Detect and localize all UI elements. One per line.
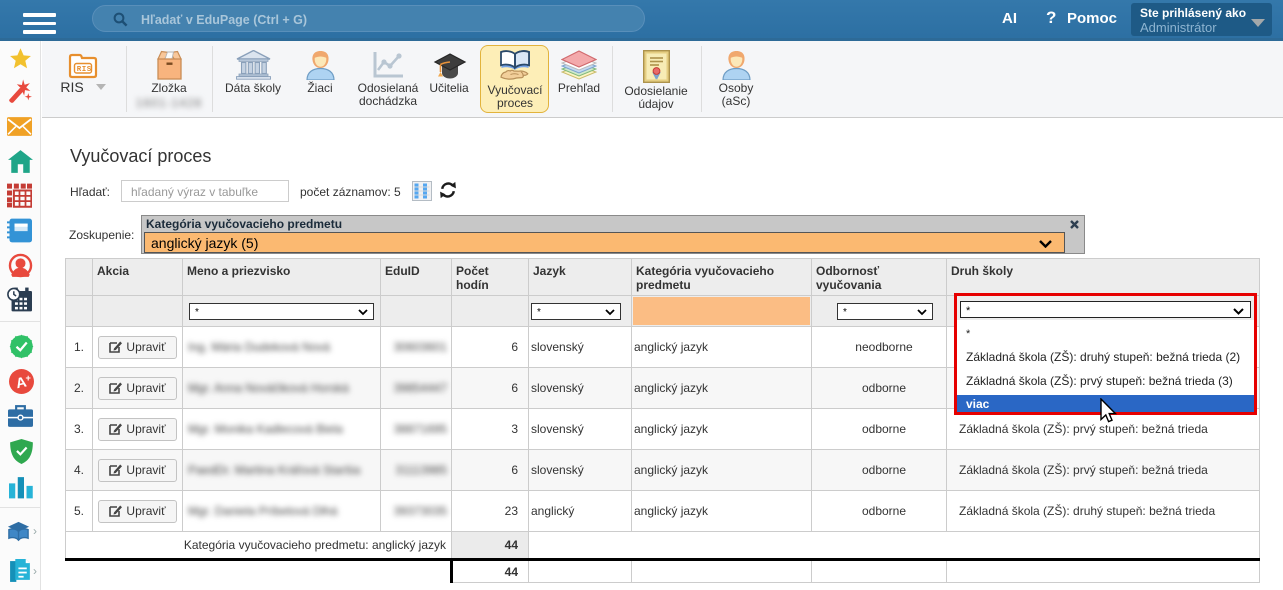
svg-text:RIS: RIS <box>77 66 92 74</box>
svg-text:+: + <box>25 373 30 383</box>
